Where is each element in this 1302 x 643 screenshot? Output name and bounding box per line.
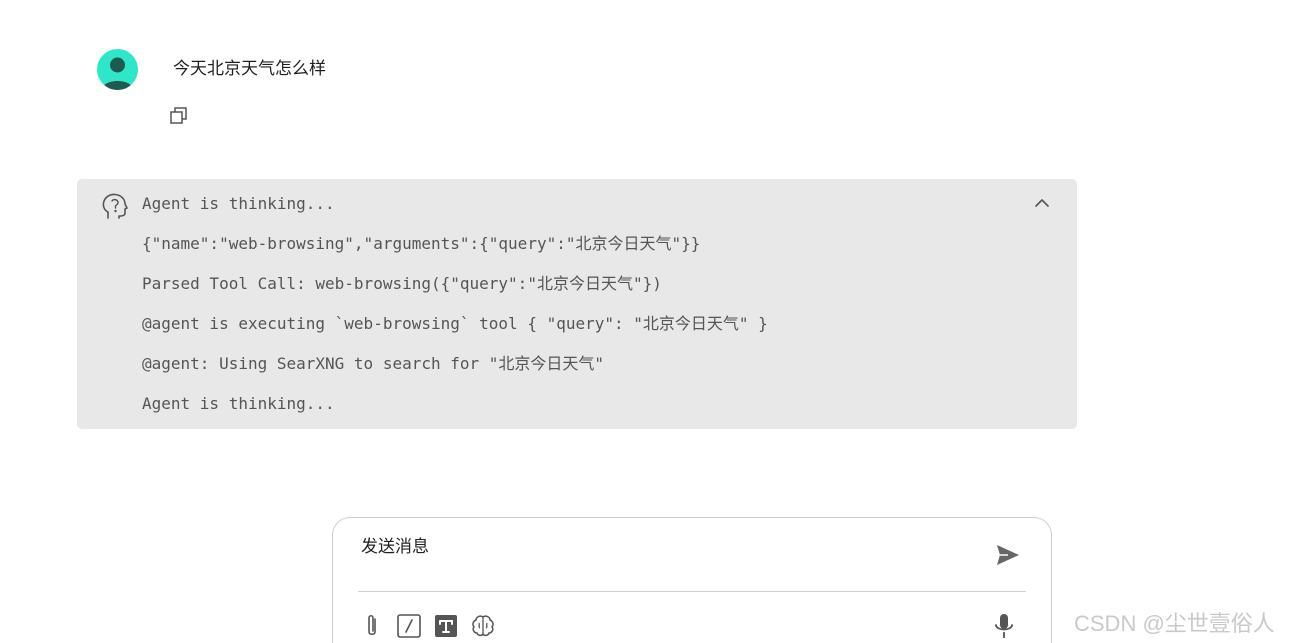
user-message: 今天北京天气怎么样 [97, 49, 697, 139]
slash-command-icon[interactable] [396, 613, 422, 639]
thinking-log-line: Agent is thinking... [142, 394, 335, 413]
message-composer [332, 517, 1052, 643]
thinking-log-line: @agent: Using SearXNG to search for "北京今… [142, 354, 605, 373]
watermark: CSDN @尘世壹俗人 [1074, 611, 1275, 636]
user-message-text: 今天北京天气怎么样 [173, 59, 326, 79]
text-format-icon[interactable] [433, 613, 459, 639]
thinking-log-line: {"name":"web-browsing","arguments":{"que… [142, 234, 701, 253]
send-icon[interactable] [995, 542, 1021, 568]
chevron-up-icon[interactable] [1033, 194, 1051, 212]
thinking-log-line: @agent is executing `web-browsing` tool … [142, 314, 768, 333]
thinking-log-line: Parsed Tool Call: web-browsing({"query":… [142, 274, 662, 293]
copy-icon[interactable] [169, 106, 189, 126]
brain-head-icon [100, 192, 128, 220]
paperclip-icon[interactable] [359, 613, 385, 639]
microphone-icon[interactable] [991, 612, 1017, 640]
brain-icon[interactable] [470, 613, 496, 639]
agent-thinking-panel: Agent is thinking... {"name":"web-browsi… [77, 179, 1077, 429]
composer-divider [358, 591, 1026, 592]
thinking-log-line: Agent is thinking... [142, 194, 335, 213]
message-input[interactable] [361, 534, 961, 560]
user-avatar-icon [97, 49, 138, 90]
